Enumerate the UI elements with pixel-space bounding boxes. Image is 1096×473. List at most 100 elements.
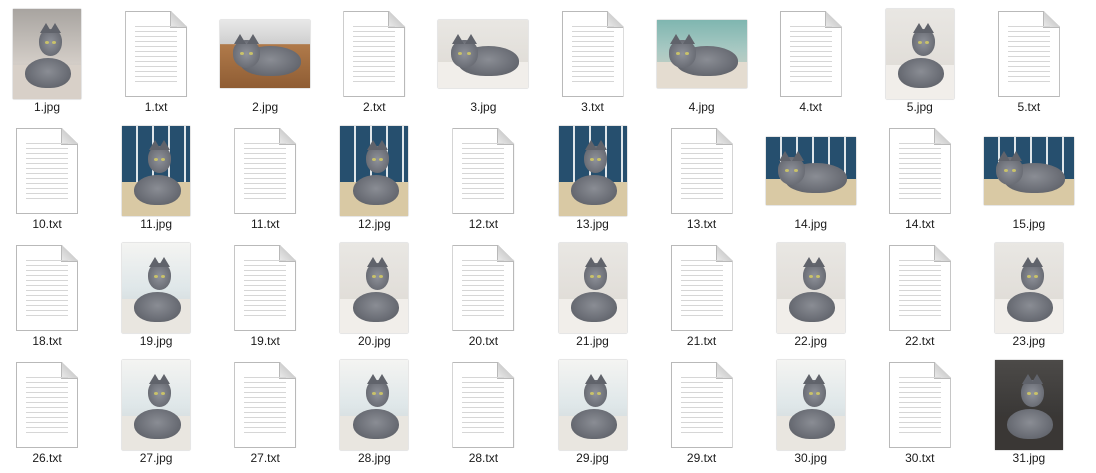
cat-photo-thumbnail <box>558 243 627 333</box>
image-thumbnail <box>979 123 1079 219</box>
file-item-image[interactable]: 14.jpg <box>761 123 861 235</box>
file-item-image[interactable]: 27.jpg <box>106 357 206 469</box>
file-name-label: 14.jpg <box>794 217 828 231</box>
file-item-image[interactable]: 19.jpg <box>106 240 206 352</box>
file-item-image[interactable]: 11.jpg <box>106 123 206 235</box>
file-name-label: 13.jpg <box>576 217 609 231</box>
file-name-label: 13.txt <box>686 217 717 231</box>
file-item-text[interactable]: 27.txt <box>215 357 315 469</box>
file-item-text[interactable]: 21.txt <box>652 240 752 352</box>
image-thumbnail <box>652 6 752 102</box>
cat-photo-thumbnail <box>340 243 409 333</box>
file-name-label: 23.jpg <box>1012 334 1046 348</box>
file-item-image[interactable]: 3.jpg <box>433 6 533 118</box>
file-item-image[interactable]: 28.jpg <box>324 357 424 469</box>
file-item-image[interactable]: 31.jpg <box>979 357 1079 469</box>
file-item-text[interactable]: 26.txt <box>0 357 97 469</box>
file-item-text[interactable]: 10.txt <box>0 123 97 235</box>
text-document-icon-page <box>888 362 951 448</box>
file-name-label: 18.txt <box>32 334 62 348</box>
file-item-text[interactable]: 30.txt <box>870 357 970 469</box>
file-name-label: 5.jpg <box>906 100 933 114</box>
text-document-icon <box>543 6 643 102</box>
file-item-image[interactable]: 2.jpg <box>215 6 315 118</box>
page-lines <box>898 260 941 320</box>
page-lines <box>353 26 396 86</box>
file-item-text[interactable]: 1.txt <box>106 6 206 118</box>
image-thumbnail <box>870 6 970 102</box>
text-document-icon <box>870 123 970 219</box>
file-item-text[interactable]: 20.txt <box>433 240 533 352</box>
file-name-label: 29.txt <box>686 451 717 465</box>
file-item-image[interactable]: 20.jpg <box>324 240 424 352</box>
file-grid: 1.jpg 1.txt 2.jpg 2.txt 3.jpg 3.txt 4.jpg 4.txt… <box>0 0 1096 473</box>
file-item-image[interactable]: 23.jpg <box>979 240 1079 352</box>
cat-photo-thumbnail <box>776 243 845 333</box>
cat-photo-thumbnail <box>220 20 311 88</box>
file-name-label: 4.jpg <box>688 100 715 114</box>
file-name-label: 26.txt <box>32 451 62 465</box>
file-item-image[interactable]: 30.jpg <box>761 357 861 469</box>
text-document-icon-page <box>779 11 842 97</box>
page-lines <box>26 260 68 320</box>
page-lines <box>244 143 287 203</box>
file-item-text[interactable]: 3.txt <box>543 6 643 118</box>
file-item-image[interactable]: 22.jpg <box>761 240 861 352</box>
text-document-icon-page <box>452 128 515 214</box>
text-document-icon <box>870 357 970 453</box>
file-name-label: 4.txt <box>799 100 823 114</box>
file-item-text[interactable]: 22.txt <box>870 240 970 352</box>
page-lines <box>244 377 287 437</box>
file-name-label: 21.jpg <box>576 334 609 348</box>
file-item-text[interactable]: 14.txt <box>870 123 970 235</box>
file-item-text[interactable]: 29.txt <box>652 357 752 469</box>
text-document-icon-page <box>561 11 624 97</box>
text-document-icon-page <box>234 245 297 331</box>
text-document-icon-page <box>16 245 78 331</box>
text-document-icon-page <box>997 11 1060 97</box>
file-item-text[interactable]: 2.txt <box>324 6 424 118</box>
file-item-text[interactable]: 11.txt <box>215 123 315 235</box>
text-document-icon <box>433 357 533 453</box>
page-lines <box>680 377 723 437</box>
file-item-text[interactable]: 28.txt <box>433 357 533 469</box>
file-name-label: 10.txt <box>32 217 62 231</box>
image-thumbnail <box>215 6 315 102</box>
page-lines <box>26 377 68 437</box>
file-name-label: 30.jpg <box>794 451 828 465</box>
file-item-text[interactable]: 13.txt <box>652 123 752 235</box>
file-item-text[interactable]: 18.txt <box>0 240 97 352</box>
image-thumbnail <box>761 357 861 453</box>
page-lines <box>462 377 505 437</box>
text-document-icon <box>215 357 315 453</box>
cat-photo-thumbnail <box>885 9 954 99</box>
file-item-image[interactable]: 15.jpg <box>979 123 1079 235</box>
file-item-image[interactable]: 4.jpg <box>652 6 752 118</box>
text-document-icon <box>652 357 752 453</box>
cat-photo-thumbnail <box>776 360 845 450</box>
text-document-icon <box>0 357 97 453</box>
cat-photo-thumbnail <box>765 137 856 205</box>
file-name-label: 27.txt <box>250 451 280 465</box>
cat-photo-thumbnail <box>558 360 627 450</box>
text-document-icon-page <box>888 245 951 331</box>
file-item-image[interactable]: 13.jpg <box>543 123 643 235</box>
file-item-image[interactable]: 29.jpg <box>543 357 643 469</box>
file-item-text[interactable]: 4.txt <box>761 6 861 118</box>
image-thumbnail <box>543 240 643 336</box>
file-item-image[interactable]: 5.jpg <box>870 6 970 118</box>
text-document-icon-page <box>125 11 188 97</box>
file-item-image[interactable]: 12.jpg <box>324 123 424 235</box>
file-item-image[interactable]: 1.jpg <box>0 6 97 118</box>
cat-photo-thumbnail <box>983 137 1074 205</box>
text-document-icon <box>761 6 861 102</box>
text-document-icon-page <box>670 362 733 448</box>
file-name-label: 20.txt <box>468 334 499 348</box>
cat-photo-thumbnail <box>13 9 81 99</box>
file-item-text[interactable]: 5.txt <box>979 6 1079 118</box>
cat-photo-thumbnail <box>994 360 1063 450</box>
file-item-text[interactable]: 12.txt <box>433 123 533 235</box>
file-item-text[interactable]: 19.txt <box>215 240 315 352</box>
text-document-icon <box>0 123 97 219</box>
file-item-image[interactable]: 21.jpg <box>543 240 643 352</box>
